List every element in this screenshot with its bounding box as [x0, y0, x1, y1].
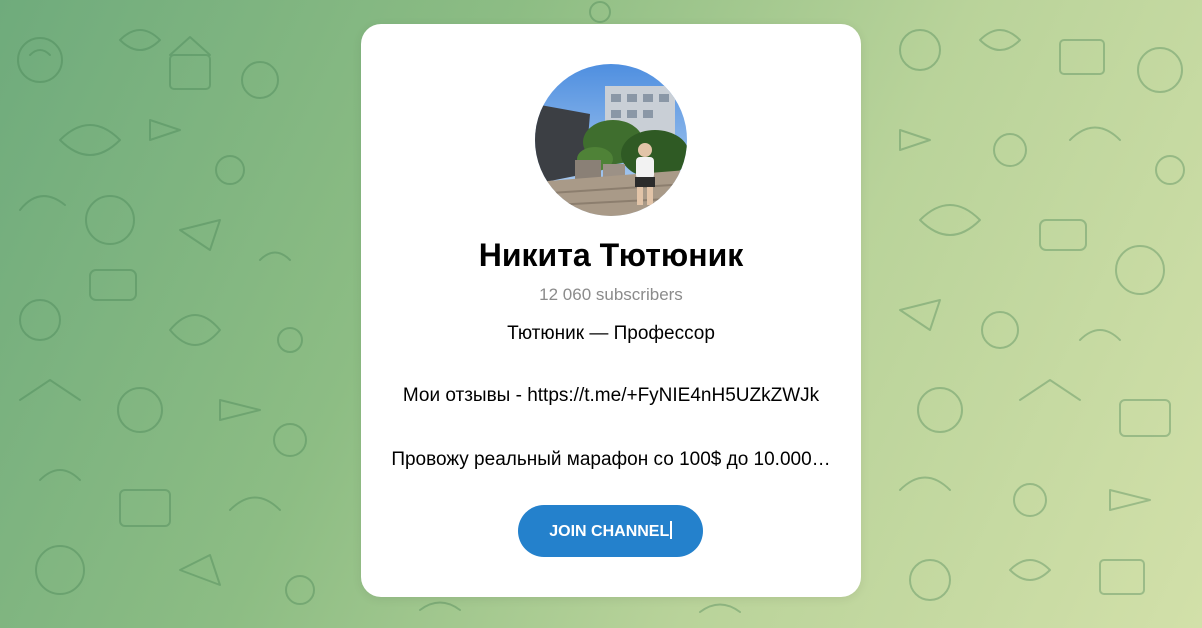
description-line-1: Тютюник — Профессор [507, 323, 715, 344]
channel-avatar-photo [535, 64, 687, 216]
description-line-2: Мои отзывы - https://t.me/+FyNIE4nH5UZkZ… [402, 385, 820, 406]
subscriber-count: 12 060 subscribers [539, 285, 683, 304]
description-line-3: Провожу реальный марафон со 100$ до 10.0… [391, 449, 831, 470]
channel-card: Никита Тютюник 12 060 subscribers Тютюни… [361, 24, 861, 597]
channel-title: Никита Тютюник [478, 237, 744, 273]
join-channel-label: JOIN CHANNEL [549, 523, 670, 540]
text-cursor-icon [670, 521, 672, 539]
channel-avatar[interactable] [535, 64, 687, 216]
join-channel-button[interactable]: JOIN CHANNEL [518, 505, 703, 557]
